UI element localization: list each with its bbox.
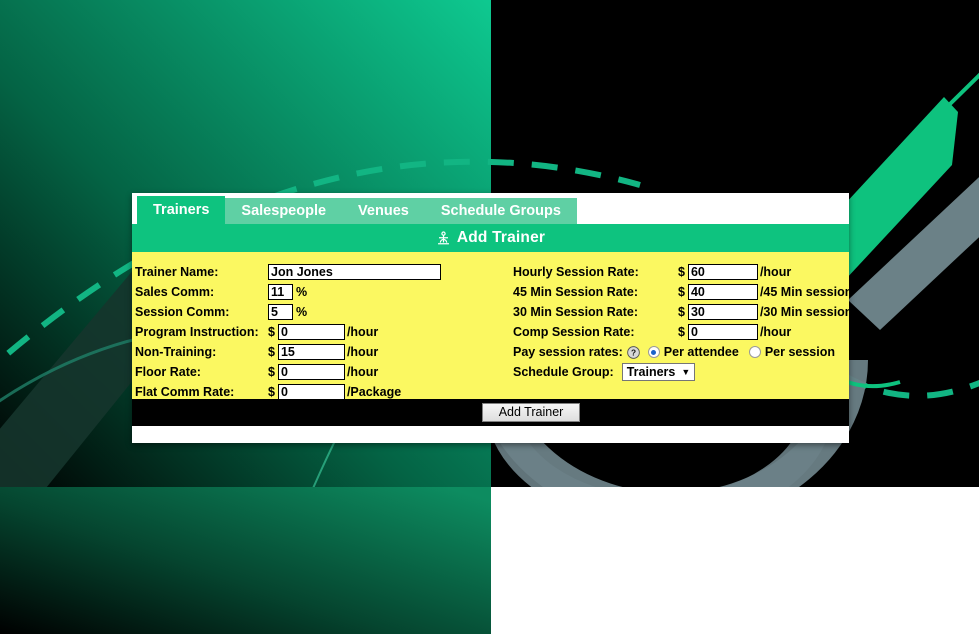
suffix-45-min-session-rate: /45 Min session (759, 285, 853, 299)
input-session-comm[interactable] (268, 304, 293, 320)
label-30-min-session-rate: 30 Min Session Rate: (513, 305, 639, 319)
tab-bar: Trainers Salespeople Venues Schedule Groups (132, 193, 849, 224)
field-45-min-session-rate: 45 Min Session Rate: $ /45 Min session (513, 282, 852, 302)
label-non-training: Non-Training: (135, 345, 217, 359)
suffix-floor-rate: /hour (346, 365, 379, 379)
tab-venues[interactable]: Venues (342, 198, 425, 224)
currency-symbol: $ (268, 325, 275, 339)
currency-symbol: $ (678, 285, 685, 299)
bg-quadrant-bottom-right (491, 487, 979, 634)
label-flat-comm-rate: Flat Comm Rate: (135, 385, 235, 399)
bg-quadrant-bottom-left (0, 487, 491, 634)
help-question-icon[interactable]: ? (626, 345, 640, 359)
input-30-min-session-rate[interactable] (687, 304, 758, 320)
trainer-person-icon (436, 230, 451, 246)
currency-symbol: $ (268, 385, 275, 399)
input-program-instruction[interactable] (277, 324, 345, 340)
currency-symbol: $ (678, 265, 685, 279)
dialog-footer: Add Trainer (132, 399, 849, 426)
currency-symbol: $ (268, 365, 275, 379)
form-right-column: Hourly Session Rate: $ /hour 45 Min Sess… (513, 262, 852, 382)
suffix-non-training: /hour (346, 345, 379, 359)
label-hourly-session-rate: Hourly Session Rate: (513, 265, 639, 279)
suffix-session-comm: % (296, 305, 308, 319)
label-trainer-name: Trainer Name: (135, 265, 219, 279)
field-trainer-name: Trainer Name: (135, 262, 441, 282)
field-comp-session-rate: Comp Session Rate: $ /hour (513, 322, 852, 342)
field-session-comm: Session Comm: % (135, 302, 441, 322)
add-trainer-dialog: Trainers Salespeople Venues Schedule Groups… (132, 193, 852, 443)
pay-session-radio-group: Per attendee Per session (647, 345, 845, 359)
label-program-instruction: Program Instruction: (135, 325, 259, 339)
field-pay-session-rates: Pay session rates: ? Per attendee Per se… (513, 342, 852, 362)
field-hourly-session-rate: Hourly Session Rate: $ /hour (513, 262, 852, 282)
field-program-instruction: Program Instruction: $ /hour (135, 322, 441, 342)
label-session-comm: Session Comm: (135, 305, 230, 319)
chevron-down-icon: ▼ (681, 367, 691, 377)
dialog-bottom-strip (132, 426, 849, 443)
field-sales-comm: Sales Comm: % (135, 282, 441, 302)
input-flat-comm-rate[interactable] (277, 384, 345, 400)
input-comp-session-rate[interactable] (687, 324, 758, 340)
input-hourly-session-rate[interactable] (687, 264, 758, 280)
suffix-hourly-session-rate: /hour (759, 265, 792, 279)
input-sales-comm[interactable] (268, 284, 293, 300)
field-30-min-session-rate: 30 Min Session Rate: $ /30 Min session (513, 302, 852, 322)
add-trainer-button[interactable]: Add Trainer (482, 403, 580, 422)
tab-trainers[interactable]: Trainers (137, 196, 226, 224)
label-schedule-group: Schedule Group: (513, 365, 614, 379)
form-left-column: Trainer Name: Sales Comm: % Session Comm… (135, 262, 441, 402)
input-floor-rate[interactable] (277, 364, 345, 380)
input-non-training[interactable] (277, 344, 345, 360)
page-title: Add Trainer (456, 229, 546, 246)
field-non-training: Non-Training: $ /hour (135, 342, 441, 362)
suffix-30-min-session-rate: /30 Min session (759, 305, 853, 319)
label-45-min-session-rate: 45 Min Session Rate: (513, 285, 639, 299)
suffix-program-instruction: /hour (346, 325, 379, 339)
input-trainer-name[interactable] (268, 264, 441, 280)
radio-per-attendee[interactable] (647, 346, 660, 358)
currency-symbol: $ (678, 305, 685, 319)
suffix-comp-session-rate: /hour (759, 325, 792, 339)
svg-text:?: ? (631, 347, 636, 357)
label-comp-session-rate: Comp Session Rate: (513, 325, 635, 339)
select-schedule-group-value: Trainers (626, 365, 676, 379)
label-pay-session-rates: Pay session rates: (513, 345, 623, 359)
radio-label-per-attendee[interactable]: Per attendee (664, 345, 739, 359)
suffix-flat-comm-rate: /Package (346, 385, 402, 399)
radio-label-per-session[interactable]: Per session (765, 345, 835, 359)
suffix-sales-comm: % (296, 285, 308, 299)
field-schedule-group: Schedule Group: Trainers ▼ (513, 362, 852, 382)
field-floor-rate: Floor Rate: $ /hour (135, 362, 441, 382)
input-45-min-session-rate[interactable] (687, 284, 758, 300)
label-sales-comm: Sales Comm: (135, 285, 215, 299)
dialog-title-bar: Add Trainer (132, 224, 849, 252)
label-floor-rate: Floor Rate: (135, 365, 201, 379)
trainer-form: Trainer Name: Sales Comm: % Session Comm… (132, 252, 852, 402)
currency-symbol: $ (268, 345, 275, 359)
currency-symbol: $ (678, 325, 685, 339)
radio-per-session[interactable] (748, 346, 761, 358)
select-schedule-group[interactable]: Trainers ▼ (621, 363, 696, 381)
tab-salespeople[interactable]: Salespeople (225, 198, 343, 224)
tab-schedule-groups[interactable]: Schedule Groups (424, 198, 577, 224)
